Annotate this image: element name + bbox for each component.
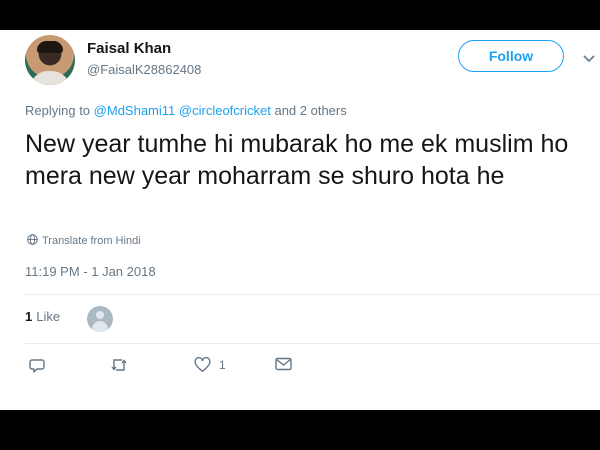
- liker-avatar-head: [96, 311, 104, 319]
- tweet-text: New year tumhe hi mubarak ho me ek musli…: [25, 130, 569, 190]
- liker-avatar[interactable]: [87, 306, 113, 332]
- author-handle[interactable]: @FaisalK28862408: [87, 62, 201, 77]
- tweet-actions: 1: [0, 357, 600, 379]
- retweet-button[interactable]: [110, 357, 128, 373]
- likes-summary[interactable]: 1 Like: [25, 309, 60, 324]
- mention-link-mdshami11[interactable]: @MdShami11: [94, 103, 176, 118]
- avatar-shirt: [30, 71, 70, 85]
- retweet-icon: [110, 357, 128, 373]
- likes-count: 1: [25, 309, 33, 324]
- reply-icon: [29, 357, 45, 373]
- reply-button[interactable]: [29, 357, 45, 373]
- mention-link-circleofcricket[interactable]: @circleofcricket: [179, 103, 271, 118]
- like-button[interactable]: 1: [194, 357, 226, 373]
- translate-link[interactable]: Translate from Hindi: [27, 234, 141, 248]
- tweet-card: Faisal Khan @FaisalK28862408 Follow Repl…: [0, 30, 600, 410]
- follow-button[interactable]: Follow: [458, 40, 564, 72]
- heart-icon: [194, 357, 211, 373]
- replying-to-line: Replying to @MdShami11 @circleofcricket …: [25, 103, 347, 118]
- tweet-timestamp[interactable]: 11:19 PM - 1 Jan 2018: [25, 264, 156, 279]
- avatar-hair: [37, 41, 63, 53]
- direct-message-button[interactable]: [275, 357, 292, 371]
- author-display-name[interactable]: Faisal Khan: [87, 40, 171, 57]
- like-count: 1: [219, 358, 226, 372]
- chevron-down-icon[interactable]: [583, 50, 595, 68]
- likes-label: Like: [36, 309, 61, 324]
- replying-to-others[interactable]: and 2 others: [274, 103, 346, 118]
- divider-bottom: [25, 343, 600, 344]
- envelope-icon: [275, 357, 292, 371]
- liker-avatar-body: [92, 321, 108, 332]
- divider-top: [25, 294, 600, 295]
- replying-to-prefix: Replying to: [25, 103, 91, 118]
- translate-label: Translate from Hindi: [42, 235, 141, 247]
- globe-icon: [27, 234, 38, 248]
- author-avatar[interactable]: [25, 35, 75, 85]
